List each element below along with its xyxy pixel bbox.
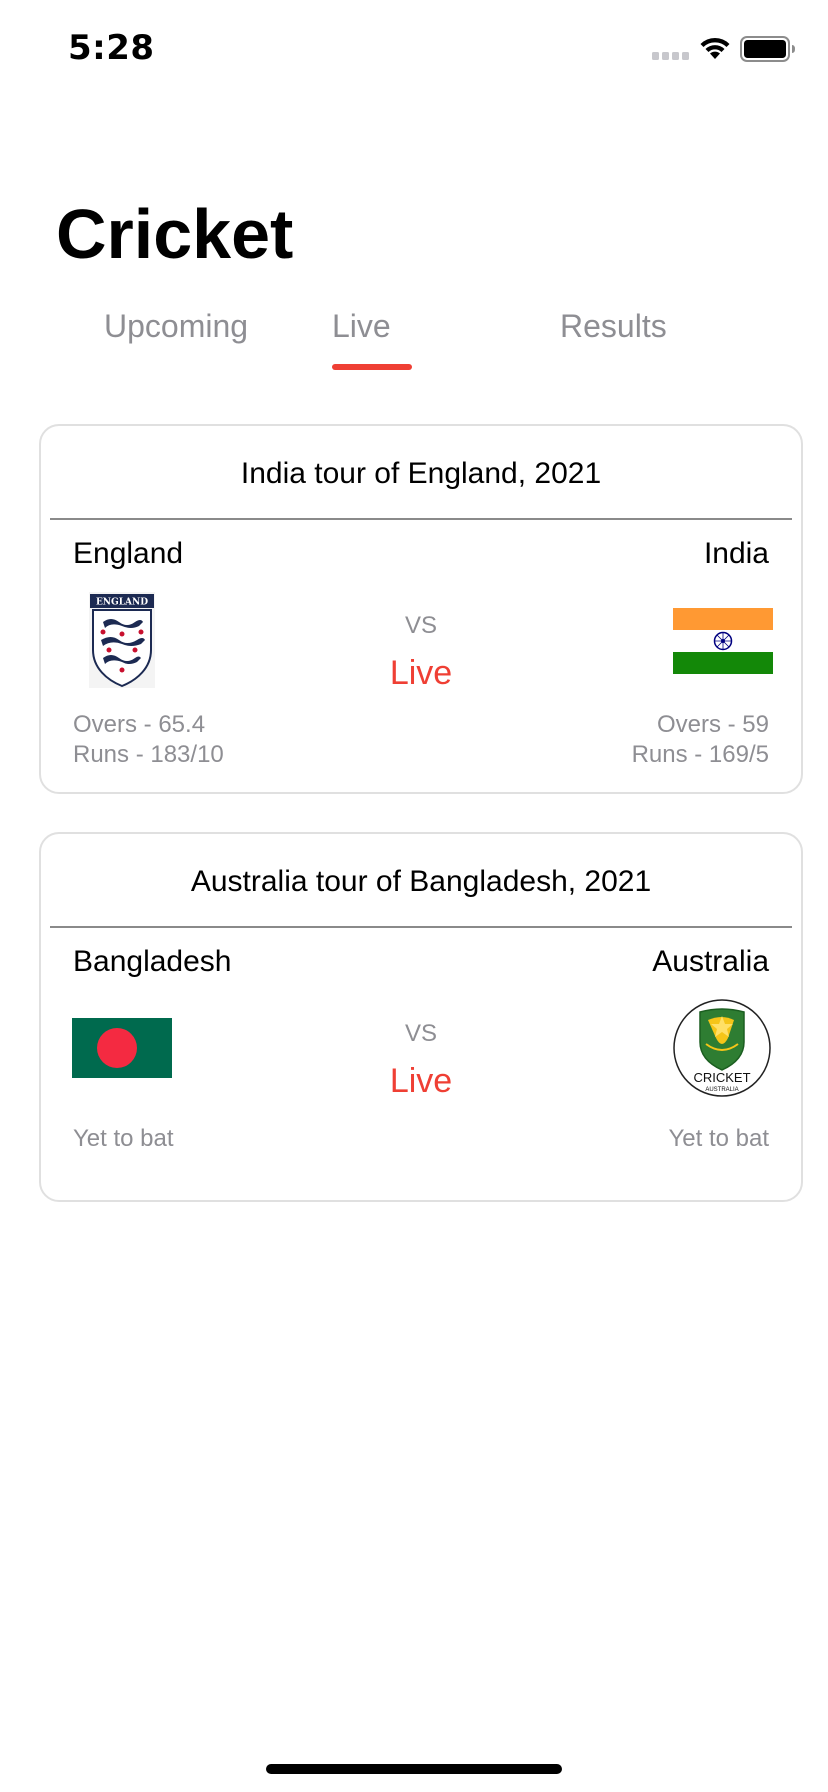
battery-icon	[740, 36, 795, 62]
status-time: 5:28	[68, 28, 155, 68]
batting-status-left: Yet to bat	[73, 1125, 174, 1152]
home-indicator[interactable]	[266, 1764, 562, 1774]
match-card[interactable]: India tour of England, 2021 England Indi…	[39, 424, 803, 794]
match-card[interactable]: Australia tour of Bangladesh, 2021 Bangl…	[39, 832, 803, 1202]
overs-right: Overs - 59	[656, 711, 769, 738]
team-name-right: India	[703, 537, 769, 570]
divider	[50, 926, 792, 928]
runs-left: Runs - 183/10	[73, 741, 224, 768]
overs-left: Overs - 65.4	[73, 711, 206, 738]
live-status-label: Live	[389, 654, 453, 692]
signal-icon	[652, 52, 689, 60]
batting-status-right: Yet to bat	[668, 1125, 769, 1152]
tab-live[interactable]: Live	[332, 306, 391, 346]
team-name-left: Bangladesh	[73, 945, 232, 978]
vs-label: VS	[404, 1020, 437, 1047]
match-title: India tour of England, 2021	[240, 457, 602, 490]
tab-selected-indicator	[332, 364, 412, 370]
status-bar: 5:28	[0, 0, 828, 100]
team-name-right: Australia	[652, 945, 769, 978]
vs-label: VS	[404, 612, 437, 639]
svg-text:ENGLAND: ENGLAND	[96, 598, 148, 608]
team-name-left: England	[73, 537, 184, 570]
match-title: Australia tour of Bangladesh, 2021	[190, 865, 652, 898]
divider	[50, 518, 792, 520]
page-title: Cricket	[56, 195, 294, 273]
live-status-label: Live	[389, 1062, 453, 1100]
runs-right: Runs - 169/5	[631, 741, 769, 768]
wifi-icon	[700, 37, 730, 59]
tab-upcoming[interactable]: Upcoming	[104, 306, 248, 346]
tab-results[interactable]: Results	[560, 306, 667, 346]
